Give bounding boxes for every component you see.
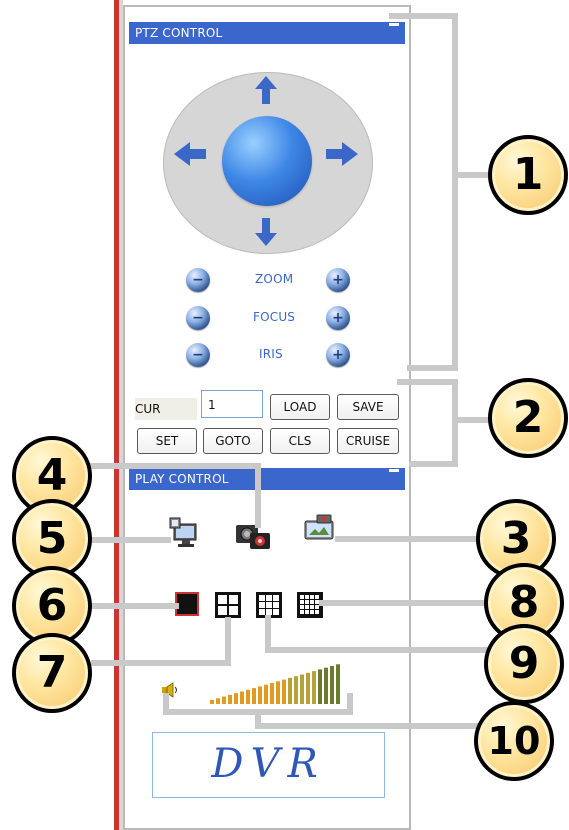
callout-9: 9 — [484, 624, 564, 704]
callout-lines — [77, 13, 495, 729]
callout-1: 1 — [488, 135, 568, 215]
callout-7: 7 — [12, 633, 92, 713]
callout-10: 10 — [474, 701, 554, 781]
callout-2: 2 — [488, 378, 568, 458]
